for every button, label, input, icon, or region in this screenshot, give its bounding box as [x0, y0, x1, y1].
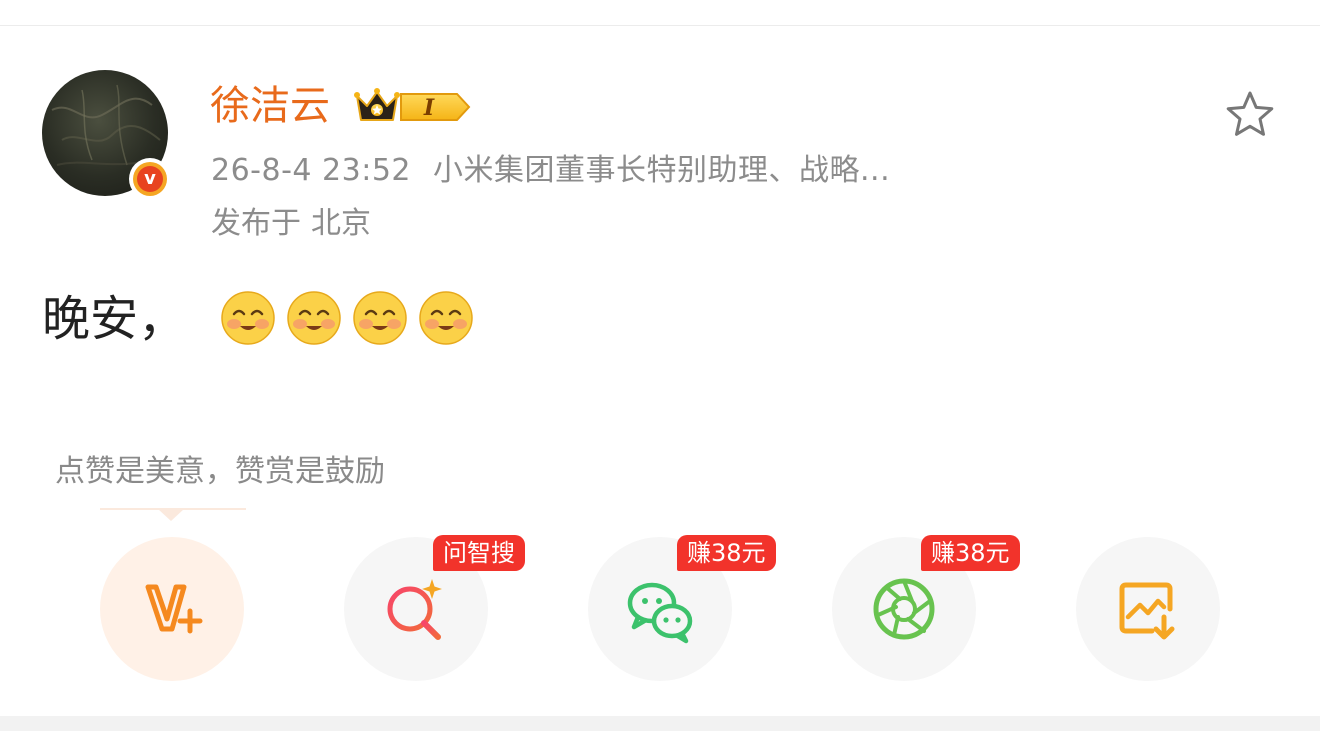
- v-plus-reward-icon: [145, 584, 203, 634]
- post-location: 发布于 北京: [211, 203, 371, 245]
- star-outline-icon[interactable]: [1223, 88, 1277, 142]
- save-image-icon: [1119, 582, 1175, 640]
- save-image-button[interactable]: [1076, 537, 1220, 681]
- post-timestamp: 26-8-4 23:52: [211, 153, 411, 188]
- post-text: 晚安，: [42, 291, 187, 347]
- reward-button[interactable]: [100, 537, 244, 681]
- author-name[interactable]: 徐洁云: [210, 80, 330, 132]
- verified-v-icon: v: [129, 158, 171, 200]
- crown-member-icon[interactable]: I: [353, 86, 471, 128]
- moments-aperture-icon: [873, 578, 935, 640]
- smile-emoji: [419, 291, 473, 345]
- member-level: I: [423, 95, 435, 121]
- top-divider: [0, 25, 1320, 26]
- bottom-band: [0, 716, 1320, 731]
- emoji-row: [220, 290, 474, 346]
- tip-pointer: [158, 509, 184, 521]
- share-moments-badge: 赚38元: [921, 535, 1020, 571]
- ai-search-icon: [387, 579, 442, 640]
- wechat-icon: [627, 582, 693, 644]
- post-card: v 徐洁云 I 26-8-4 23:52 小米集团董事长特别助理、战略... 发布…: [0, 0, 1320, 731]
- author-title: 小米集团董事长特别助理、战略...: [433, 153, 891, 188]
- location-name[interactable]: 北京: [311, 206, 371, 241]
- share-wechat-badge: 赚38元: [677, 535, 776, 571]
- reward-tip: 点赞是美意，赞赏是鼓励: [55, 454, 385, 489]
- smile-emoji: [353, 291, 407, 345]
- post-meta: 26-8-4 23:52 小米集团董事长特别助理、战略...: [211, 150, 890, 192]
- smile-emoji: [221, 291, 275, 345]
- smile-emoji: [287, 291, 341, 345]
- location-prefix: 发布于: [211, 206, 301, 241]
- ask-search-badge: 问智搜: [433, 535, 525, 571]
